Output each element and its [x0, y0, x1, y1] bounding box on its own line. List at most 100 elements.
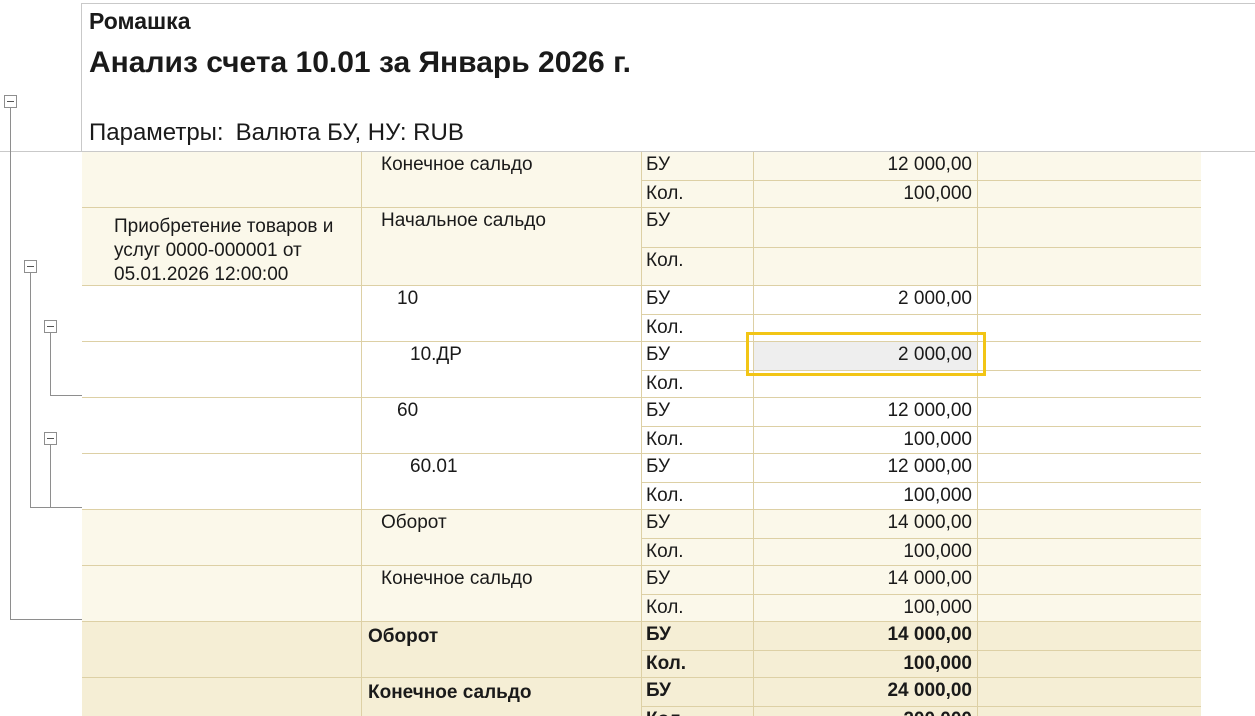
- table-row[interactable]: 10.ДР БУ 2 000,00 Кол.: [82, 342, 1201, 398]
- unit-cell[interactable]: Кол.: [642, 707, 754, 716]
- amount-cell[interactable]: 200,000: [754, 707, 978, 716]
- unit-cell[interactable]: Кол.: [642, 483, 754, 510]
- parameters-value: Валюта БУ, НУ: RUB: [235, 119, 464, 146]
- amount-value: 14 000,00: [887, 568, 972, 589]
- amount-cell[interactable]: 100,000: [754, 595, 978, 622]
- table-row[interactable]: 10 БУ 2 000,00 Кол.: [82, 286, 1201, 342]
- amount-cell[interactable]: 100,000: [754, 483, 978, 510]
- amount-cell[interactable]: [754, 315, 978, 342]
- unit-cell[interactable]: БУ: [642, 152, 754, 180]
- table-row[interactable]: Конечное сальдо БУ 14 000,00 Кол. 100,000: [82, 566, 1201, 622]
- table-row[interactable]: Оборот БУ 14 000,00 Кол. 100,000: [82, 622, 1201, 678]
- collapse-header-group-icon[interactable]: [4, 95, 17, 108]
- amount-cell[interactable]: 14 000,00: [754, 566, 978, 594]
- unit-cell[interactable]: Кол.: [642, 248, 754, 286]
- empty-cell[interactable]: [978, 678, 1201, 706]
- unit-cell[interactable]: БУ: [642, 510, 754, 538]
- indicator-cell: 10.ДР: [362, 342, 642, 397]
- amount-cell[interactable]: 2 000,00: [754, 286, 978, 314]
- table-row[interactable]: Оборот БУ 14 000,00 Кол. 100,000: [82, 510, 1201, 566]
- unit-cell[interactable]: Кол.: [642, 427, 754, 454]
- empty-cell[interactable]: [978, 286, 1201, 314]
- empty-cell[interactable]: [978, 181, 1201, 208]
- parameters-label: Параметры:: [89, 119, 224, 146]
- unit-cell[interactable]: Кол.: [642, 651, 754, 678]
- empty-cell[interactable]: [978, 539, 1201, 566]
- unit-cell[interactable]: БУ: [642, 398, 754, 426]
- document-cell: Приобретение товаров и услуг 0000-000001…: [82, 208, 362, 285]
- unit-cell[interactable]: БУ: [642, 286, 754, 314]
- unit-cell[interactable]: БУ: [642, 454, 754, 482]
- amount-cell[interactable]: 100,000: [754, 651, 978, 678]
- unit-cell[interactable]: БУ: [642, 208, 754, 247]
- collapse-account-60-group-icon[interactable]: [44, 432, 57, 445]
- indicator-label: 10: [397, 288, 419, 309]
- empty-cell[interactable]: [978, 342, 1201, 370]
- unit-cell[interactable]: Кол.: [642, 595, 754, 622]
- collapse-account-10-group-icon[interactable]: [44, 320, 57, 333]
- empty-cell[interactable]: [978, 427, 1201, 454]
- report-parameters: Параметры: Валюта БУ, НУ: RUB: [89, 118, 464, 148]
- amount-cell[interactable]: 12 000,00: [754, 398, 978, 426]
- amount-cell[interactable]: [754, 248, 978, 286]
- empty-cell[interactable]: [978, 622, 1201, 650]
- amount-value: 2 000,00: [898, 288, 972, 309]
- table-row[interactable]: 60 БУ 12 000,00 Кол. 100,000: [82, 398, 1201, 454]
- unit-cell[interactable]: БУ: [642, 622, 754, 650]
- value-subrow: БУ 2 000,00: [642, 286, 1201, 314]
- tree-line: [10, 619, 82, 620]
- amount-value: 100,000: [903, 183, 972, 204]
- amount-cell[interactable]: 14 000,00: [754, 622, 978, 650]
- amount-cell[interactable]: 100,000: [754, 181, 978, 208]
- unit-label: Кол.: [646, 485, 684, 506]
- document-name[interactable]: Приобретение товаров и услуг 0000-000001…: [114, 215, 366, 287]
- unit-cell[interactable]: Кол.: [642, 315, 754, 342]
- amount-value: 14 000,00: [887, 512, 972, 533]
- amount-cell[interactable]: 12 000,00: [754, 454, 978, 482]
- tree-line: [50, 395, 82, 396]
- amount-value: 100,000: [903, 541, 972, 562]
- indicator-cell: 60: [362, 398, 642, 453]
- collapse-document-group-icon[interactable]: [24, 260, 37, 273]
- indicator-label: Конечное сальдо: [381, 154, 533, 175]
- unit-cell[interactable]: Кол.: [642, 371, 754, 398]
- empty-cell[interactable]: [978, 566, 1201, 594]
- unit-label: Кол.: [646, 541, 684, 562]
- empty-cell[interactable]: [978, 651, 1201, 678]
- amount-cell[interactable]: [754, 208, 978, 247]
- unit-cell[interactable]: БУ: [642, 566, 754, 594]
- unit-label: Кол.: [646, 597, 684, 618]
- amount-cell[interactable]: 24 000,00: [754, 678, 978, 706]
- amount-cell[interactable]: [754, 371, 978, 398]
- empty-cell[interactable]: [978, 208, 1201, 247]
- empty-cell[interactable]: [978, 707, 1201, 716]
- organization-name: Ромашка: [89, 8, 191, 34]
- unit-cell[interactable]: БУ: [642, 342, 754, 370]
- table-row[interactable]: Приобретение товаров и услуг 0000-000001…: [82, 208, 1201, 286]
- amount-cell[interactable]: 100,000: [754, 539, 978, 566]
- empty-cell[interactable]: [978, 454, 1201, 482]
- empty-cell[interactable]: [978, 483, 1201, 510]
- indicator-cell: Конечное сальдо: [362, 152, 642, 207]
- table-row[interactable]: Конечное сальдо БУ 12 000,00 Кол. 100,000: [82, 152, 1201, 208]
- unit-label: БУ: [646, 154, 671, 175]
- empty-cell[interactable]: [978, 315, 1201, 342]
- amount-value: 100,000: [903, 429, 972, 450]
- unit-cell[interactable]: Кол.: [642, 539, 754, 566]
- amount-cell[interactable]: 14 000,00: [754, 510, 978, 538]
- empty-cell[interactable]: [978, 152, 1201, 180]
- value-subrow: Кол.: [642, 370, 1201, 398]
- empty-cell[interactable]: [978, 510, 1201, 538]
- empty-cell[interactable]: [978, 595, 1201, 622]
- selected-amount-cell[interactable]: 2 000,00: [754, 342, 978, 370]
- unit-label: БУ: [646, 400, 671, 421]
- amount-cell[interactable]: 100,000: [754, 427, 978, 454]
- amount-cell[interactable]: 12 000,00: [754, 152, 978, 180]
- unit-cell[interactable]: Кол.: [642, 181, 754, 208]
- empty-cell[interactable]: [978, 248, 1201, 286]
- table-row[interactable]: Конечное сальдо БУ 24 000,00 Кол. 200,000: [82, 678, 1201, 716]
- empty-cell[interactable]: [978, 371, 1201, 398]
- empty-cell[interactable]: [978, 398, 1201, 426]
- unit-cell[interactable]: БУ: [642, 678, 754, 706]
- table-row[interactable]: 60.01 БУ 12 000,00 Кол. 100,000: [82, 454, 1201, 510]
